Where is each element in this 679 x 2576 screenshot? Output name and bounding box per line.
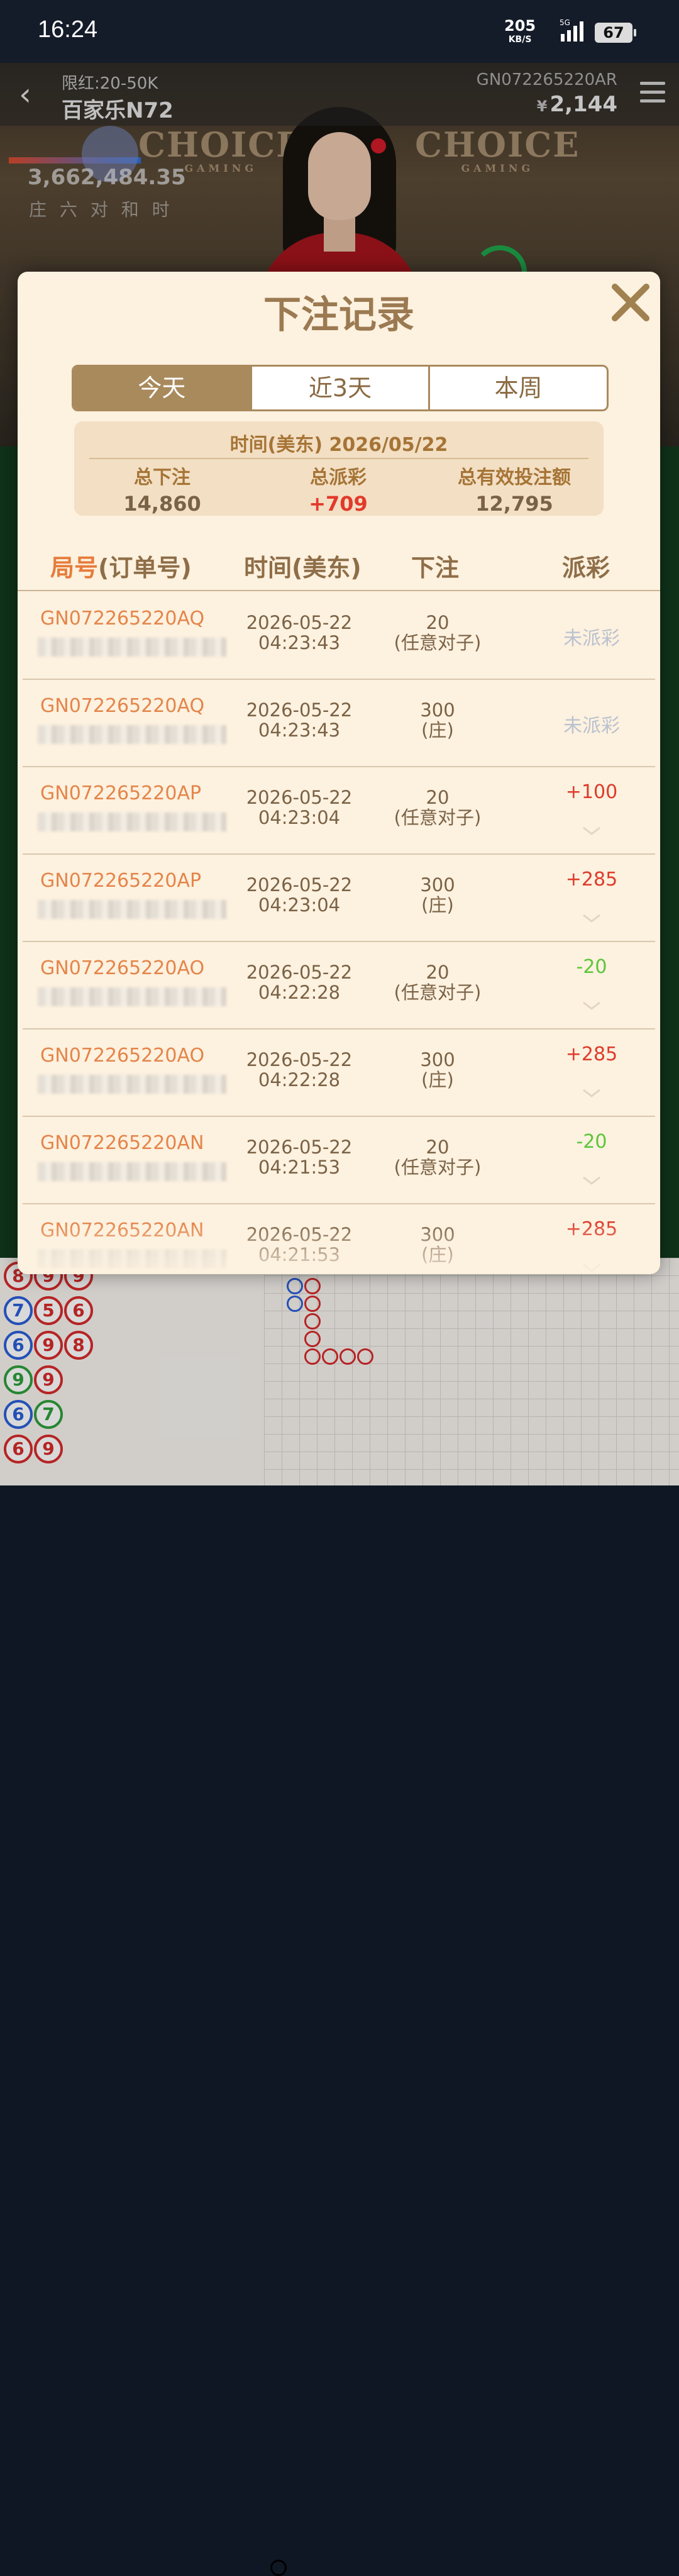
table-header: 局号(订单号) 时间(美东) 下注 派彩 xyxy=(18,548,660,586)
tab-today[interactable]: 今天 xyxy=(74,367,252,409)
payout-value: 未派彩 xyxy=(563,628,620,650)
order-number-redacted xyxy=(38,1075,226,1094)
total-valid-bet-label: 总有效投注额 xyxy=(458,467,571,489)
table-row[interactable]: GN072265220AP 2026-05-22 04:23:04 300 (庄) +28… xyxy=(23,853,655,942)
bet-amount: 20 (任意对子) xyxy=(394,787,482,828)
date-range-tabs: 今天 近3天 本周 xyxy=(72,365,609,411)
round-number: GN072265220AN xyxy=(40,1132,204,1154)
table-row[interactable]: GN072265220AO 2026-05-22 04:22:28 300 (庄) +28… xyxy=(23,1028,655,1117)
battery-indicator: 67 xyxy=(595,23,636,43)
summary-date: 时间(美东) 2026/05/22 xyxy=(229,434,448,456)
total-bet: 总下注 14,860 xyxy=(74,462,250,516)
column-payout: 派彩 xyxy=(562,554,610,582)
round-number: GN072265220AQ xyxy=(40,608,205,630)
bet-amount: 20 (任意对子) xyxy=(394,1136,482,1178)
payout-value: +285 xyxy=(565,869,618,891)
payout-value: -20 xyxy=(576,1131,607,1153)
order-number-redacted xyxy=(38,638,226,657)
total-payout-value: +709 xyxy=(309,492,368,516)
chevron-down-icon[interactable] xyxy=(582,821,601,840)
svg-text:5G: 5G xyxy=(560,18,570,27)
table-row[interactable]: GN072265220AO 2026-05-22 04:22:28 20 (任意对子) -… xyxy=(23,941,655,1030)
tab-last-3-days[interactable]: 近3天 xyxy=(252,367,431,409)
round-number: GN072265220AQ xyxy=(40,695,205,717)
bet-time: 2026-05-22 04:23:04 xyxy=(246,874,353,916)
payout-value: -20 xyxy=(576,956,607,978)
order-number-redacted xyxy=(38,813,226,831)
round-number: GN072265220AO xyxy=(40,957,205,979)
chevron-down-icon[interactable] xyxy=(582,1084,601,1102)
total-bet-value: 14,860 xyxy=(123,492,201,516)
clock: 16:24 xyxy=(38,16,98,43)
status-bar: 16:24 205 KB/S 5G 67 xyxy=(0,0,679,63)
bet-amount: 300(庄) xyxy=(420,699,455,741)
summary-panel: 时间(美东) 2026/05/22 总下注 14,860 总派彩 +709 总有… xyxy=(74,421,604,516)
bet-time: 2026-05-22 04:23:43 xyxy=(246,612,353,653)
total-valid-bet-value: 12,795 xyxy=(475,492,553,516)
table-row[interactable]: GN072265220AQ 2026-05-22 04:23:43 20 (任意对子) 未… xyxy=(23,591,655,680)
list-fade xyxy=(18,1221,660,1274)
order-number-redacted xyxy=(38,900,226,919)
round-number: GN072265220AP xyxy=(40,782,202,804)
order-number-redacted xyxy=(38,725,226,744)
road-mark xyxy=(270,2560,287,2576)
bet-amount: 20 (任意对子) xyxy=(394,612,482,653)
chevron-down-icon[interactable] xyxy=(582,996,601,1015)
bet-amount: 20 (任意对子) xyxy=(394,962,482,1003)
payout-value: 未派彩 xyxy=(563,715,620,737)
bet-record-dialog: 下注记录 今天 近3天 本周 时间(美东) 2026/05/22 总下注 14,… xyxy=(18,272,660,1274)
total-valid-bet: 总有效投注额 12,795 xyxy=(426,462,602,516)
payout-value: +100 xyxy=(565,781,618,803)
table-row[interactable]: GN072265220AP 2026-05-22 04:23:04 20 (任意对子) +… xyxy=(23,766,655,855)
tab-this-week[interactable]: 本周 xyxy=(430,367,607,409)
column-bet: 下注 xyxy=(411,554,460,582)
payout-value: +285 xyxy=(565,1043,618,1065)
total-payout-label: 总派彩 xyxy=(310,467,367,489)
bet-time: 2026-05-22 04:23:04 xyxy=(246,787,353,828)
total-payout: 总派彩 +709 xyxy=(250,462,426,516)
order-number-redacted xyxy=(38,1162,226,1181)
bet-amount: 300(庄) xyxy=(420,874,455,916)
table-row[interactable]: GN072265220AN 2026-05-22 04:21:53 20 (任意对子) -… xyxy=(23,1116,655,1204)
bet-time: 2026-05-22 04:23:43 xyxy=(246,699,353,741)
column-round: 局号(订单号) xyxy=(50,554,192,582)
bet-amount: 300(庄) xyxy=(420,1049,455,1091)
signal-icon: 5G xyxy=(560,18,583,42)
round-number: GN072265220AP xyxy=(40,870,202,892)
dialog-title: 下注记录 xyxy=(263,293,414,337)
chevron-down-icon[interactable] xyxy=(582,909,601,928)
close-icon[interactable] xyxy=(609,280,653,325)
round-number: GN072265220AO xyxy=(40,1045,205,1067)
divider xyxy=(89,458,588,459)
table-row[interactable]: GN072265220AQ 2026-05-22 04:23:43 300 (庄) 未派彩 xyxy=(23,679,655,767)
bet-time: 2026-05-22 04:22:28 xyxy=(246,962,353,1003)
bet-time: 2026-05-22 04:22:28 xyxy=(246,1049,353,1091)
total-bet-label: 总下注 xyxy=(134,467,190,489)
bet-time: 2026-05-2204:21:53 xyxy=(246,1136,353,1178)
order-number-redacted xyxy=(38,987,226,1006)
chevron-down-icon[interactable] xyxy=(582,1171,601,1190)
network-speed: 205 KB/S xyxy=(504,17,536,45)
column-time: 时间(美东) xyxy=(244,554,362,582)
